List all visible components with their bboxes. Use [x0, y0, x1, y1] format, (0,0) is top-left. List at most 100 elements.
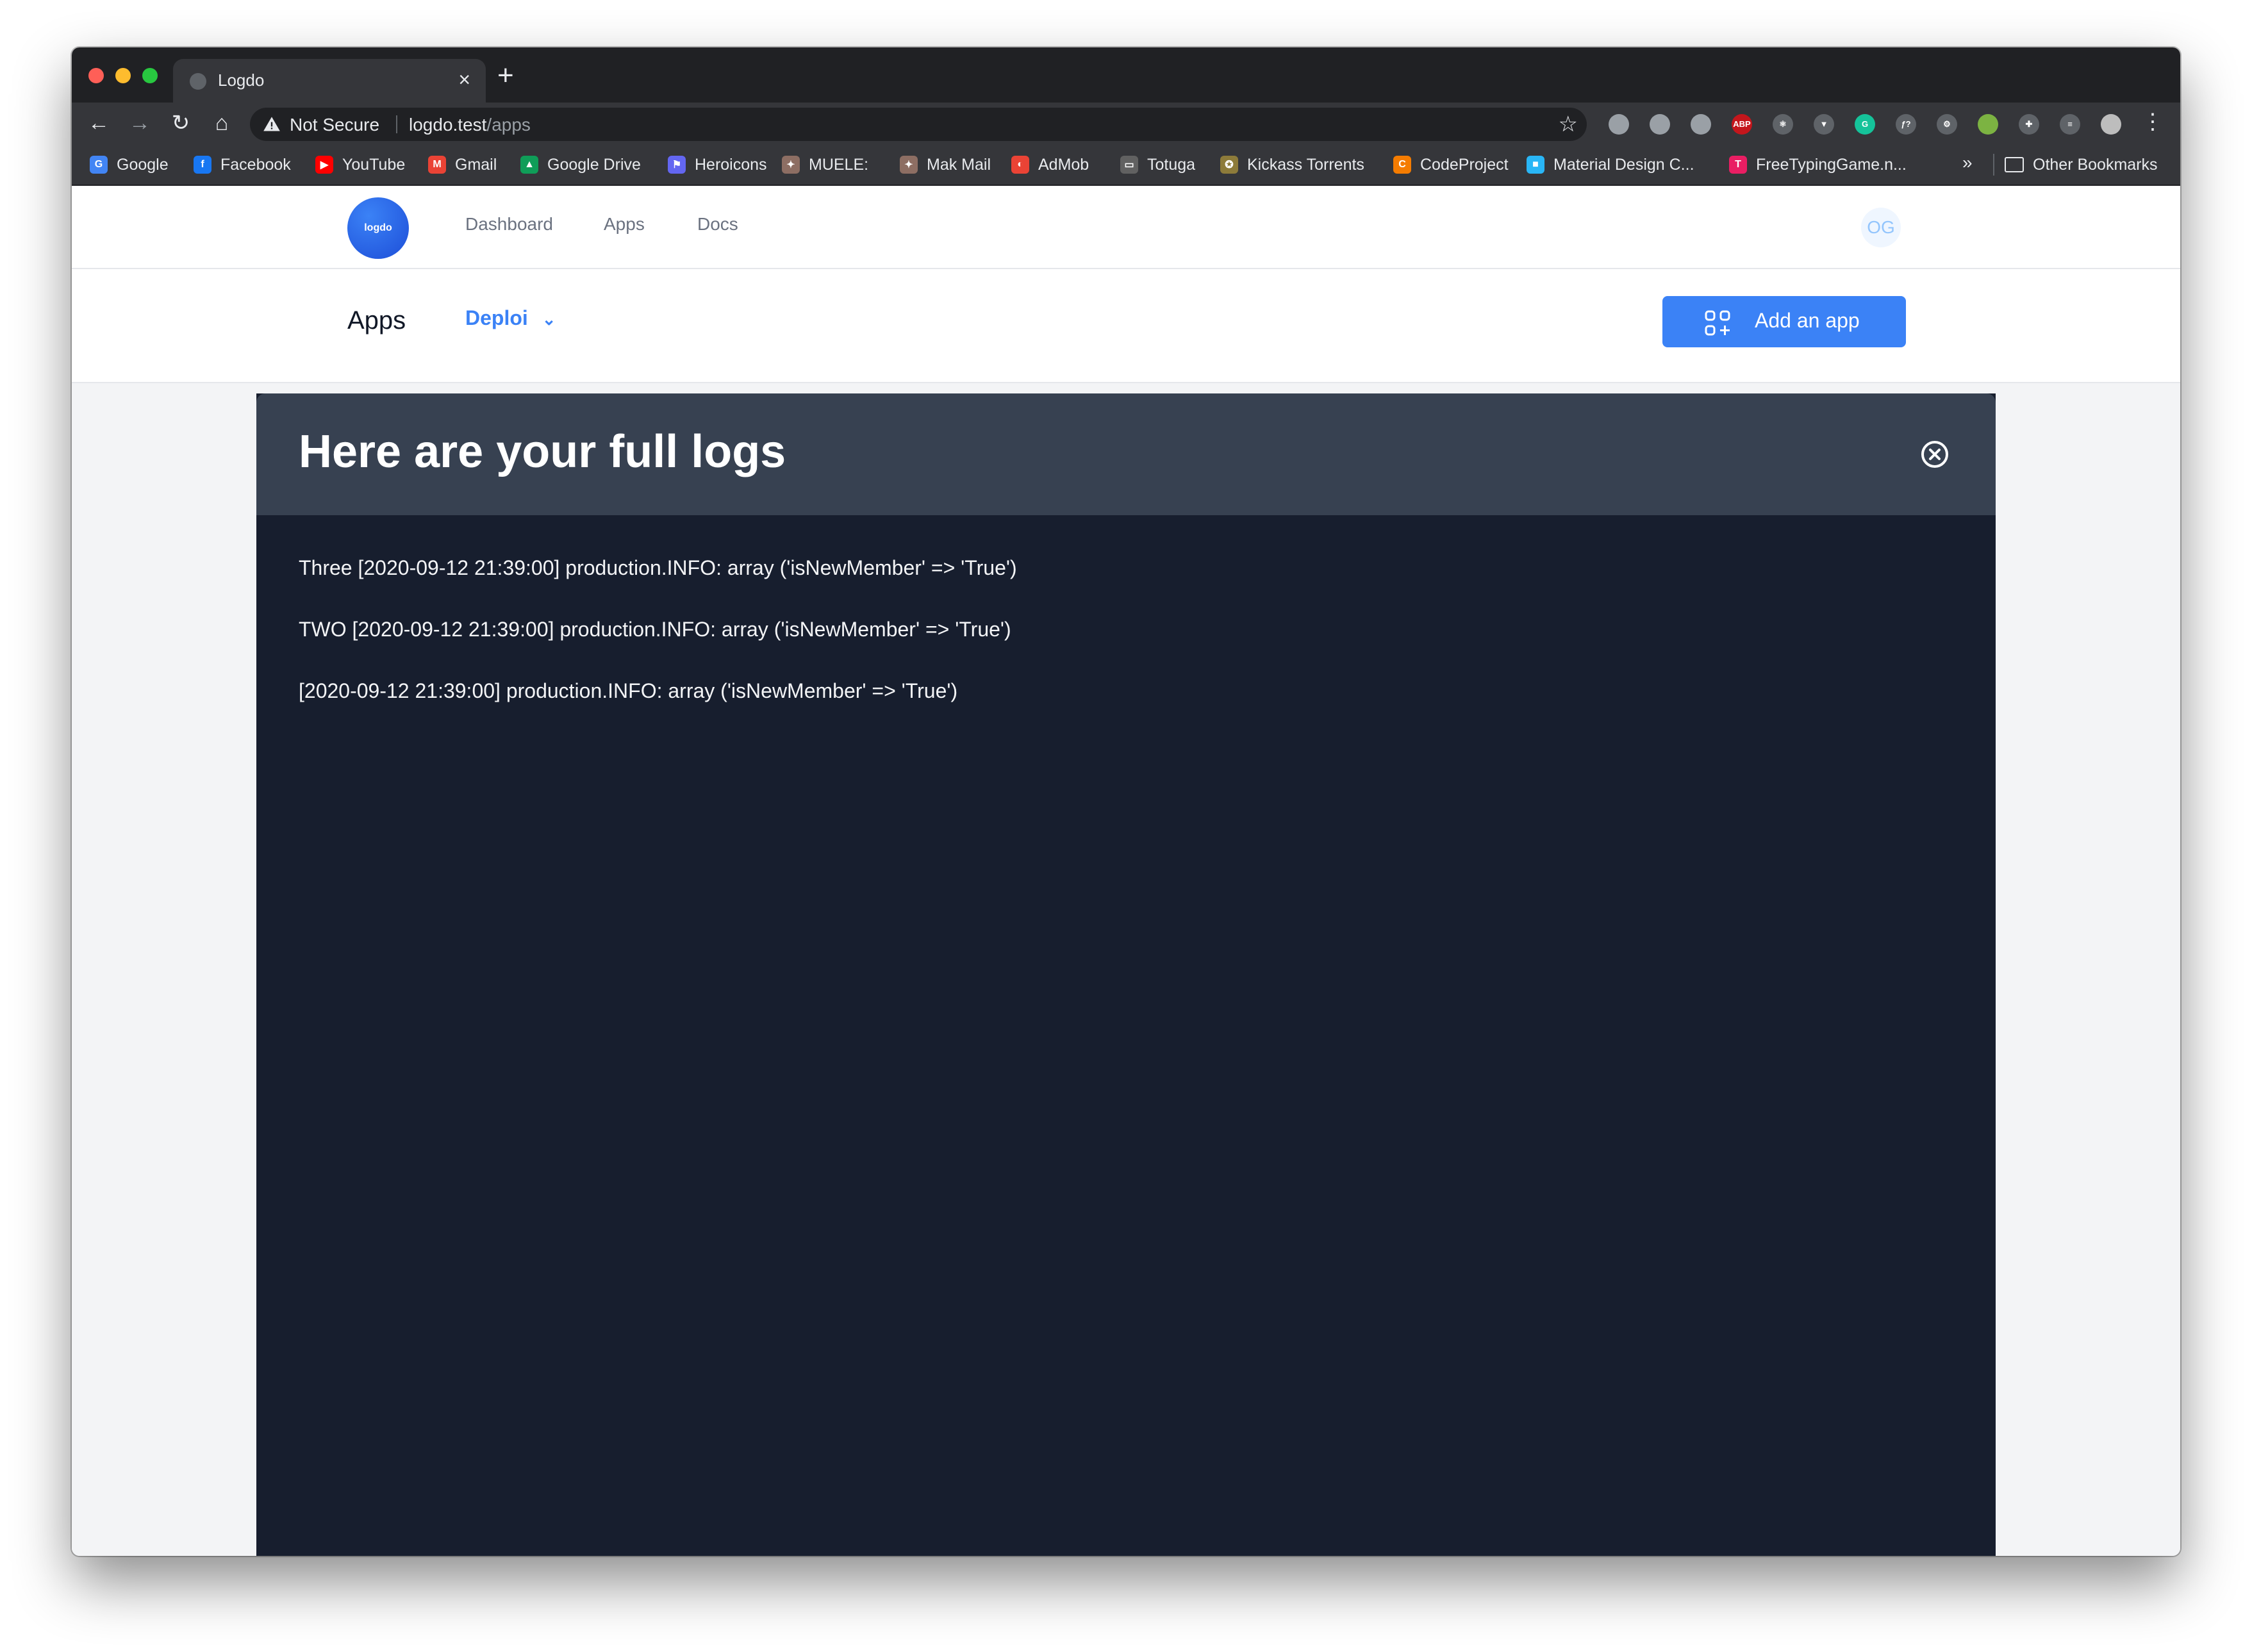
bookmark-item[interactable]: ▶ YouTube	[315, 155, 405, 174]
url-path: /apps	[486, 115, 531, 135]
bookmark-label: Kickass Torrents	[1247, 155, 1364, 174]
selected-app-label: Deploi	[465, 306, 528, 329]
bookmark-label: Google Drive	[547, 155, 641, 174]
log-line: TWO [2020-09-12 21:39:00] production.INF…	[299, 618, 1011, 641]
forward-arrow-icon[interactable]: →	[124, 108, 155, 138]
reload-icon[interactable]: ↻	[165, 108, 196, 138]
app-selector[interactable]: Deploi ⌄	[465, 306, 556, 330]
new-tab-button[interactable]: +	[497, 62, 514, 90]
ext-fx-icon[interactable]: ƒ?	[1896, 114, 1916, 135]
bookmark-favicon-icon: ◐	[1011, 156, 1029, 174]
bookmark-label: Mak Mail	[927, 155, 991, 174]
bookmark-item[interactable]: ◐ AdMob	[1011, 155, 1089, 174]
bookmark-item[interactable]: ✦ Mak Mail	[900, 155, 991, 174]
nav-apps[interactable]: Apps	[604, 214, 645, 235]
other-bookmarks[interactable]: Other Bookmarks	[2005, 155, 2158, 174]
ext-1-icon[interactable]	[1609, 114, 1629, 135]
bookmark-label: Google	[117, 155, 169, 174]
ext-abp-icon[interactable]: ABP	[1732, 114, 1752, 135]
folder-icon	[2005, 157, 2024, 172]
ext-queue-icon[interactable]: ≡	[2060, 114, 2080, 135]
bookmark-label: Heroicons	[695, 155, 767, 174]
browser-window: Logdo × + ← → ↻ ⌂ Not Secure logdo.test/…	[72, 47, 2180, 1556]
bookmark-label: YouTube	[342, 155, 406, 174]
bookmark-label: AdMob	[1038, 155, 1089, 174]
page-title: Apps	[347, 306, 406, 335]
app-navbar: logdo Dashboard Apps Docs OG	[72, 186, 2180, 269]
bookmark-item[interactable]: f Facebook	[194, 155, 291, 174]
bookmark-favicon-icon: ✪	[1220, 156, 1238, 174]
bookmark-item[interactable]: G Google	[90, 155, 169, 174]
home-icon[interactable]: ⌂	[206, 108, 237, 138]
logdo-logo[interactable]: logdo	[347, 197, 409, 259]
apps-header: Apps Deploi ⌄ Add an app	[72, 269, 2180, 383]
ext-camera-icon[interactable]	[1691, 114, 1711, 135]
bookmark-item[interactable]: ✦ MUELE:	[782, 155, 868, 174]
bookmark-favicon-icon: C	[1393, 156, 1411, 174]
browser-tab[interactable]: Logdo ×	[173, 59, 486, 103]
tab-title: Logdo	[218, 70, 265, 90]
other-bookmarks-label: Other Bookmarks	[2033, 155, 2158, 174]
bookmark-label: CodeProject	[1420, 155, 1509, 174]
ext-profile-icon[interactable]	[2101, 114, 2121, 135]
bookmark-label: MUELE:	[809, 155, 869, 174]
bookmark-favicon-icon: ▶	[315, 156, 333, 174]
nav-docs[interactable]: Docs	[697, 214, 738, 235]
bookmark-label: Facebook	[220, 155, 291, 174]
warning-icon	[263, 117, 280, 131]
logo-text: logdo	[364, 222, 392, 233]
ext-gear-icon[interactable]: ⚙	[1937, 114, 1957, 135]
url-text[interactable]: logdo.test/apps	[409, 115, 531, 135]
modal-header: Here are your full logs	[256, 393, 1996, 515]
logs-modal: Here are your full logs Three [2020-09-1…	[256, 393, 1996, 1556]
bookmark-favicon-icon: T	[1729, 156, 1747, 174]
url-host: logdo.test	[409, 115, 487, 135]
security-label[interactable]: Not Secure	[290, 115, 379, 135]
bookmark-item[interactable]: ▭ Totuga	[1120, 155, 1195, 174]
bookmark-favicon-icon: ✦	[782, 156, 800, 174]
nav-dashboard[interactable]: Dashboard	[465, 214, 553, 235]
bookmark-favicon-icon: ⚑	[668, 156, 686, 174]
tab-strip: Logdo × +	[72, 47, 2180, 103]
close-icon[interactable]	[1920, 440, 1950, 469]
add-app-label: Add an app	[1755, 309, 1860, 332]
ext-puzzle-icon[interactable]: ✚	[2019, 114, 2039, 135]
bookmark-item[interactable]: T FreeTypingGame.n...	[1729, 155, 1907, 174]
ext-vue-icon[interactable]: ▼	[1814, 114, 1834, 135]
address-bar[interactable]: Not Secure logdo.test/apps ☆	[250, 108, 1587, 141]
log-line: [2020-09-12 21:39:00] production.INFO: a…	[299, 679, 958, 702]
add-grid-icon	[1705, 310, 1730, 336]
more-bookmarks-icon[interactable]: »	[1962, 153, 1973, 173]
page-content: logdo Dashboard Apps Docs OG Apps Deploi…	[72, 186, 2180, 1556]
bookmark-favicon-icon: M	[428, 156, 446, 174]
bookmark-item[interactable]: ▲ Google Drive	[520, 155, 641, 174]
minimize-window-button[interactable]	[115, 68, 131, 83]
bookmark-label: Totuga	[1147, 155, 1196, 174]
browser-toolbar: ← → ↻ ⌂ Not Secure logdo.test/apps ☆ ABP…	[72, 103, 2180, 145]
omnibox-divider	[396, 115, 397, 133]
close-window-button[interactable]	[88, 68, 104, 83]
modal-title: Here are your full logs	[299, 426, 786, 477]
bookmark-favicon-icon: f	[194, 156, 211, 174]
tab-close-icon[interactable]: ×	[458, 68, 470, 91]
ext-green-icon[interactable]	[1978, 114, 1998, 135]
ext-react-icon[interactable]: ⚛	[1773, 114, 1793, 135]
bookmark-item[interactable]: C CodeProject	[1393, 155, 1509, 174]
bookmark-item[interactable]: ■ Material Design C...	[1527, 155, 1694, 174]
maximize-window-button[interactable]	[142, 68, 158, 83]
bookmark-item[interactable]: ✪ Kickass Torrents	[1220, 155, 1364, 174]
bookmark-item[interactable]: ⚑ Heroicons	[668, 155, 767, 174]
add-app-button[interactable]: Add an app	[1662, 296, 1906, 347]
browser-menu-icon[interactable]: ⋮	[2142, 109, 2164, 135]
log-line: Three [2020-09-12 21:39:00] production.I…	[299, 556, 1017, 579]
back-arrow-icon[interactable]: ←	[83, 108, 114, 138]
chevron-down-icon: ⌄	[542, 310, 556, 329]
bookmark-star-icon[interactable]: ☆	[1559, 112, 1578, 137]
bookmark-item[interactable]: M Gmail	[428, 155, 497, 174]
bookmark-label: FreeTypingGame.n...	[1756, 155, 1907, 174]
ext-2-icon[interactable]	[1650, 114, 1670, 135]
bookmark-label: Gmail	[455, 155, 497, 174]
bookmarks-bar: G Google f Facebook ▶ YouTube M Gmail ▲ Google Dr…	[72, 145, 2180, 186]
ext-grammarly-icon[interactable]: G	[1855, 114, 1875, 135]
user-avatar[interactable]: OG	[1861, 208, 1901, 247]
